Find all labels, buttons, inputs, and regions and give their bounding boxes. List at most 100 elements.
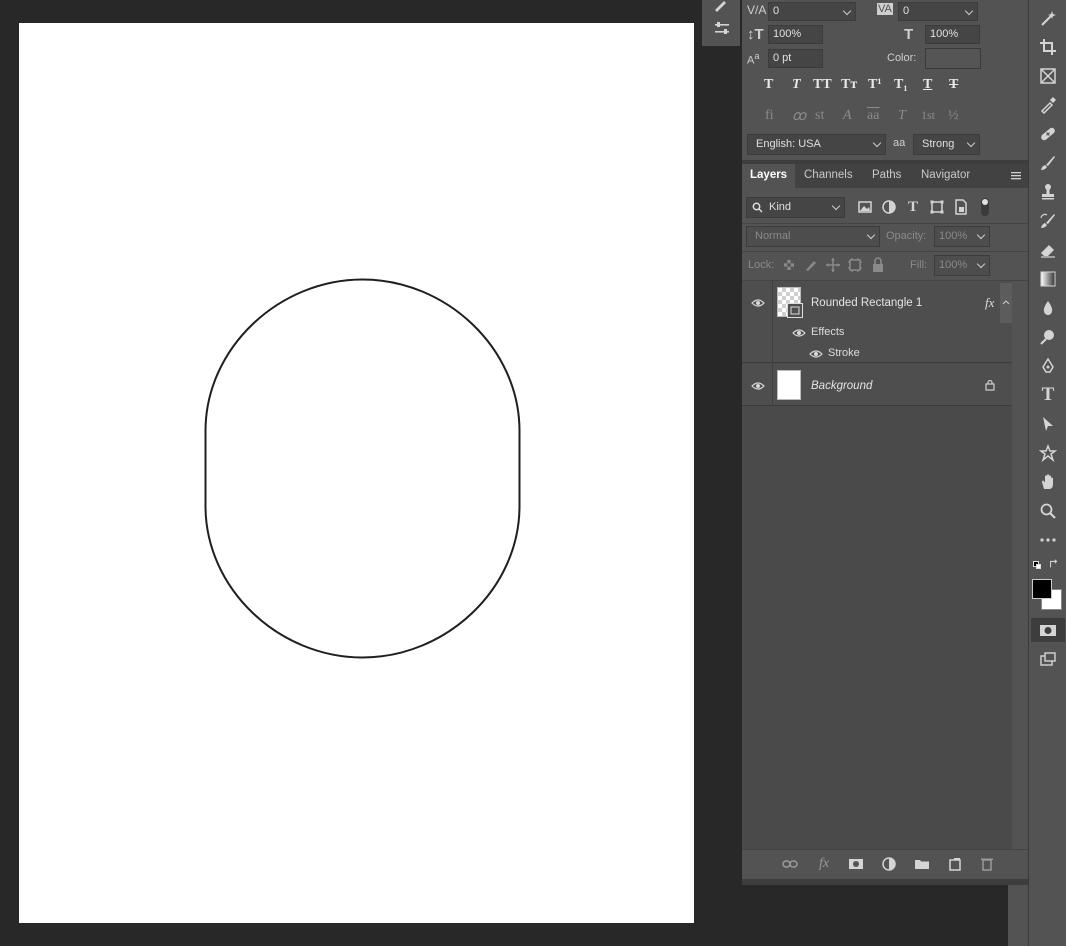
foreground-color-swatch[interactable] — [1032, 579, 1052, 599]
tab-layers[interactable]: Layers — [742, 164, 796, 188]
tracking-select[interactable]: 0 — [898, 2, 978, 21]
quick-mask-button[interactable] — [1031, 618, 1065, 642]
type-layer-filter-icon[interactable]: T — [903, 197, 923, 217]
horizontal-scale-icon: T — [904, 26, 914, 43]
add-layer-style-icon[interactable]: fx — [814, 854, 834, 874]
lock-all-icon[interactable] — [868, 255, 888, 275]
fractions-button[interactable]: ½ — [948, 108, 959, 124]
titling-alternates-button[interactable]: T — [898, 108, 906, 124]
layer-filter-value: Kind — [769, 201, 792, 213]
swap-colors-icon[interactable] — [1047, 557, 1061, 571]
stroke-effect-label[interactable]: Stroke — [828, 347, 860, 359]
layer-name[interactable]: Rounded Rectangle 1 — [811, 297, 922, 309]
search-icon — [752, 202, 763, 213]
properties-icon[interactable] — [712, 19, 732, 39]
effects-eye-icon[interactable] — [792, 326, 806, 340]
visibility-eye-icon[interactable] — [751, 296, 765, 310]
tab-paths[interactable]: Paths — [864, 164, 909, 188]
shape-layer-filter-icon[interactable] — [927, 197, 947, 217]
fx-icon[interactable]: fx — [985, 295, 994, 311]
zoom-icon[interactable] — [1038, 501, 1058, 521]
eyedropper-icon[interactable] — [1038, 95, 1058, 115]
faux-italic-button[interactable]: T — [792, 77, 801, 93]
lock-artboard-icon[interactable] — [845, 255, 865, 275]
dodge-icon[interactable] — [1038, 327, 1058, 347]
gradient-icon[interactable] — [1038, 269, 1058, 289]
baseline-shift-input[interactable]: 0 pt — [768, 49, 823, 68]
panel-menu-icon[interactable] — [1006, 166, 1026, 186]
pen-icon[interactable] — [1038, 356, 1058, 376]
color-label: Color: — [887, 52, 917, 64]
healing-brush-icon[interactable] — [1038, 124, 1058, 144]
document-canvas[interactable] — [19, 23, 694, 923]
crop-icon[interactable] — [1038, 37, 1058, 57]
text-color-swatch[interactable] — [925, 48, 981, 69]
collapsed-panel-strip — [702, 0, 740, 46]
ordinals-button[interactable]: 1st — [921, 108, 935, 123]
antialias-icon: aa — [893, 137, 906, 149]
underline-button[interactable]: T — [923, 77, 932, 93]
pixel-layer-filter-icon[interactable] — [855, 197, 875, 217]
swash-button[interactable]: A — [843, 108, 852, 124]
magic-wand-icon[interactable] — [1038, 8, 1058, 28]
more-tools-icon[interactable] — [1038, 530, 1058, 550]
default-colors-icon[interactable] — [1033, 561, 1041, 569]
new-group-icon[interactable] — [912, 854, 932, 874]
vertical-scale-input[interactable]: 100% — [768, 25, 823, 44]
rounded-rectangle-shape[interactable] — [204, 278, 521, 659]
add-mask-icon[interactable] — [846, 854, 866, 874]
brush-settings-icon[interactable] — [711, 0, 731, 14]
clone-stamp-icon[interactable] — [1038, 182, 1058, 202]
type-tool-icon[interactable]: T — [1038, 384, 1058, 405]
stroke-eye-icon[interactable] — [809, 347, 823, 361]
lock-position-icon[interactable] — [823, 255, 843, 275]
opacity-input[interactable]: 100% — [934, 226, 990, 247]
visibility-eye-icon[interactable] — [751, 379, 765, 393]
kerning-select[interactable]: 0 — [768, 2, 856, 21]
path-selection-icon[interactable] — [1038, 414, 1058, 434]
smart-object-filter-icon[interactable] — [951, 197, 971, 217]
vertical-scale-value: 100% — [773, 28, 802, 40]
superscript-button[interactable]: T¹ — [868, 77, 882, 93]
lock-image-icon[interactable] — [801, 255, 821, 275]
delete-layer-icon[interactable] — [977, 854, 997, 874]
horizontal-scale-input[interactable]: 100% — [925, 25, 980, 44]
discretionary-ligatures-button[interactable]: st — [815, 108, 824, 124]
layer-name[interactable]: Background — [811, 380, 872, 392]
filter-toggle[interactable] — [981, 198, 989, 216]
tracking-icon: VA — [877, 3, 893, 15]
frame-icon[interactable] — [1038, 66, 1058, 86]
antialias-select[interactable]: Strong — [913, 134, 980, 155]
collapse-effects-toggle[interactable] — [1000, 283, 1012, 323]
panel-dock: V/A 0 VA 0 ↕T 100% T 100% Aa 0 pt Color:… — [742, 0, 1028, 946]
effects-label[interactable]: Effects — [811, 326, 844, 338]
ligatures-button[interactable]: fi — [765, 108, 774, 124]
history-brush-icon[interactable] — [1038, 211, 1058, 231]
stylistic-alternates-button[interactable]: aa — [867, 108, 879, 124]
link-layers-icon[interactable] — [780, 854, 800, 874]
small-caps-button[interactable]: Tт — [841, 77, 857, 93]
new-adjustment-layer-icon[interactable] — [879, 854, 899, 874]
strikethrough-button[interactable]: T — [949, 77, 958, 93]
hand-icon[interactable] — [1038, 472, 1058, 492]
layers-scrollbar[interactable] — [1012, 281, 1028, 849]
language-select[interactable]: English: USA — [747, 134, 886, 155]
subscript-button[interactable]: T₁ — [894, 77, 908, 93]
faux-bold-button[interactable]: T — [764, 77, 773, 93]
old-style-button[interactable]: ꝏ — [792, 108, 806, 125]
custom-shape-icon[interactable] — [1038, 443, 1058, 463]
lock-transparent-icon[interactable] — [779, 255, 799, 275]
tab-navigator[interactable]: Navigator — [913, 164, 978, 188]
screen-mode-icon[interactable] — [1038, 649, 1058, 669]
adjustment-layer-filter-icon[interactable] — [879, 197, 899, 217]
blur-icon[interactable] — [1038, 298, 1058, 318]
fill-input[interactable]: 100% — [934, 255, 990, 276]
brush-icon[interactable] — [1038, 153, 1058, 173]
layer-lock-icon — [985, 379, 995, 391]
all-caps-button[interactable]: TT — [813, 77, 832, 93]
horizontal-scale-value: 100% — [930, 28, 959, 40]
blend-mode-select[interactable]: Normal — [746, 226, 880, 247]
tab-channels[interactable]: Channels — [796, 164, 861, 188]
new-layer-icon[interactable] — [945, 854, 965, 874]
eraser-icon[interactable] — [1038, 240, 1058, 260]
